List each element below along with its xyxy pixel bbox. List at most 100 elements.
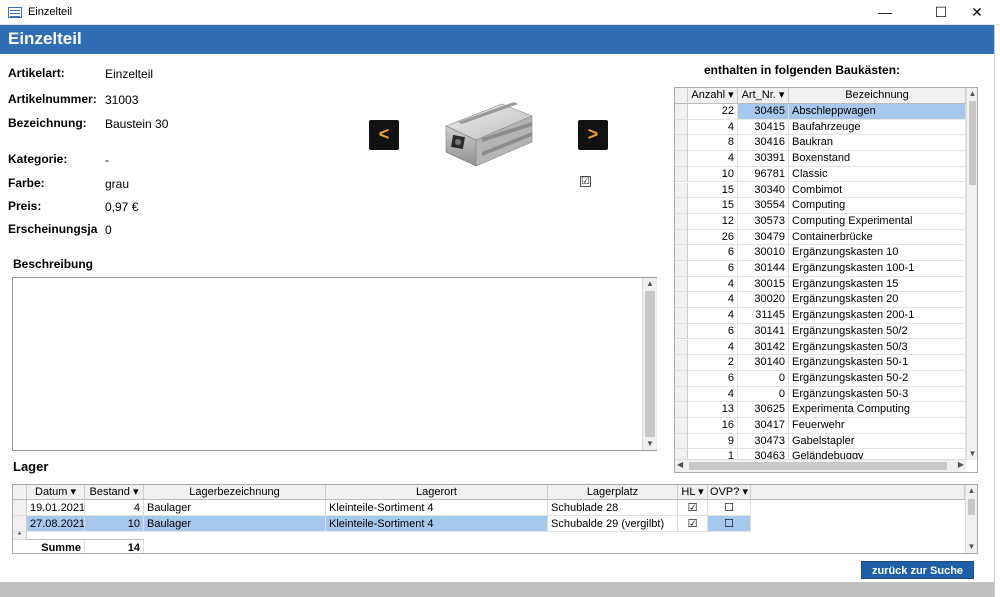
cell-art-nr[interactable]: 0 xyxy=(738,370,789,387)
row-selector[interactable] xyxy=(675,104,688,120)
cell-bezeichnung[interactable]: Ergänzungskasten 10 xyxy=(789,245,966,261)
farbe-value[interactable]: grau xyxy=(105,177,129,191)
column-hl[interactable]: HL ▾ xyxy=(678,485,708,500)
cell-bezeichnung[interactable]: Experimenta Computing xyxy=(789,402,966,418)
baukasten-row[interactable]: 6 30141 Ergänzungskasten 50/2 xyxy=(675,323,966,340)
baukasten-row[interactable]: 4 30142 Ergänzungskasten 50/3 xyxy=(675,339,966,356)
row-selector[interactable] xyxy=(675,370,688,387)
cell-anzahl[interactable]: 4 xyxy=(688,386,738,403)
cell-bezeichnung[interactable]: Combimot xyxy=(789,182,966,199)
cell-anzahl[interactable]: 6 xyxy=(688,245,738,261)
baukasten-row[interactable]: 15 30554 Computing xyxy=(675,198,966,214)
cell-bezeichnung[interactable]: Gabelstapler xyxy=(789,433,966,450)
cell-art-nr[interactable]: 30479 xyxy=(738,229,789,246)
cell-lagerplatz[interactable]: Schublade 28 xyxy=(548,500,678,516)
kategorie-value[interactable]: - xyxy=(105,153,109,167)
row-selector[interactable] xyxy=(675,245,688,261)
column-bezeichnung[interactable]: Bezeichnung xyxy=(789,88,966,104)
row-selector[interactable] xyxy=(675,292,688,309)
back-to-search-button[interactable]: zurück zur Suche xyxy=(861,561,974,579)
cell-lagerbezeichnung[interactable]: Baulager xyxy=(144,500,326,516)
cell-anzahl[interactable]: 9 xyxy=(688,433,738,450)
next-image-button[interactable]: > xyxy=(578,120,608,150)
select-all-cell[interactable] xyxy=(675,88,688,104)
cell-art-nr[interactable]: 30416 xyxy=(738,135,789,152)
cell-anzahl[interactable]: 10 xyxy=(688,166,738,183)
cell-datum[interactable]: 19.01.2021 xyxy=(27,500,85,516)
cell-anzahl[interactable]: 12 xyxy=(688,213,738,230)
image-checkbox[interactable]: ☑ xyxy=(580,176,591,187)
cell-anzahl[interactable]: 4 xyxy=(688,276,738,293)
preis-value[interactable]: 0,97 € xyxy=(105,200,138,214)
hscrollbar-thumb[interactable] xyxy=(689,462,947,470)
scroll-up-icon[interactable]: ▲ xyxy=(966,485,977,497)
cell-anzahl[interactable]: 6 xyxy=(688,261,738,277)
cell-anzahl[interactable]: 15 xyxy=(688,182,738,199)
cell-art-nr[interactable]: 30554 xyxy=(738,198,789,214)
baukasten-row[interactable]: 6 30144 Ergänzungskasten 100-1 xyxy=(675,261,966,277)
beschreibung-scrollbar[interactable]: ▲ ▼ xyxy=(642,278,657,450)
cell-bezeichnung[interactable]: Ergänzungskasten 200-1 xyxy=(789,308,966,324)
cell-anzahl[interactable]: 26 xyxy=(688,229,738,246)
scrollbar-thumb[interactable] xyxy=(968,499,975,515)
baukaesten-hscrollbar[interactable]: ◀ ▶ xyxy=(675,459,966,472)
row-selector[interactable] xyxy=(675,402,688,418)
column-datum[interactable]: Datum ▾ xyxy=(27,485,85,500)
row-selector[interactable] xyxy=(675,229,688,246)
scroll-down-icon[interactable]: ▼ xyxy=(643,438,657,450)
cell-anzahl[interactable]: 4 xyxy=(688,308,738,324)
baukasten-row[interactable]: 4 0 Ergänzungskasten 50-3 xyxy=(675,386,966,403)
row-selector[interactable] xyxy=(675,166,688,183)
erscheinungsjahr-value[interactable]: 0 xyxy=(105,223,112,237)
scroll-right-icon[interactable]: ▶ xyxy=(958,460,964,469)
baukasten-row[interactable]: 13 30625 Experimenta Computing xyxy=(675,402,966,418)
baukasten-row[interactable]: 15 30340 Combimot xyxy=(675,182,966,199)
cell-art-nr[interactable]: 30417 xyxy=(738,418,789,434)
column-art-nr[interactable]: Art_Nr. ▾ xyxy=(738,88,789,104)
minimize-button[interactable]: — xyxy=(862,0,908,25)
beschreibung-textarea[interactable]: ▲ ▼ xyxy=(12,277,657,451)
row-selector[interactable] xyxy=(675,261,688,277)
column-bestand[interactable]: Bestand ▾ xyxy=(85,485,144,500)
cell-bezeichnung[interactable]: Abschleppwagen xyxy=(789,104,966,120)
cell-art-nr[interactable]: 30391 xyxy=(738,151,789,167)
lager-grid[interactable]: Datum ▾ Bestand ▾ Lagerbezeichnung Lager… xyxy=(12,484,978,554)
previous-image-button[interactable]: < xyxy=(369,120,399,150)
cell-anzahl[interactable]: 15 xyxy=(688,198,738,214)
column-ovp[interactable]: OVP? ▾ xyxy=(708,485,751,500)
cell-art-nr[interactable]: 30473 xyxy=(738,433,789,450)
baukasten-row[interactable]: 4 31145 Ergänzungskasten 200-1 xyxy=(675,308,966,324)
column-lagerort[interactable]: Lagerort xyxy=(326,485,548,500)
cell-anzahl[interactable]: 4 xyxy=(688,119,738,136)
cell-art-nr[interactable]: 96781 xyxy=(738,166,789,183)
cell-art-nr[interactable]: 30141 xyxy=(738,323,789,340)
cell-bezeichnung[interactable]: Ergänzungskasten 20 xyxy=(789,292,966,309)
cell-bezeichnung[interactable]: Ergänzungskasten 50/3 xyxy=(789,339,966,356)
baukasten-row[interactable]: 4 30391 Boxenstand xyxy=(675,151,966,167)
cell-bezeichnung[interactable]: Containerbrücke xyxy=(789,229,966,246)
cell-anzahl[interactable]: 4 xyxy=(688,292,738,309)
row-selector[interactable] xyxy=(13,516,27,532)
row-selector[interactable] xyxy=(675,198,688,214)
bezeichnung-value[interactable]: Baustein 30 xyxy=(105,117,168,131)
row-selector[interactable] xyxy=(675,119,688,136)
cell-art-nr[interactable]: 0 xyxy=(738,386,789,403)
cell-anzahl[interactable]: 22 xyxy=(688,104,738,120)
cell-art-nr[interactable]: 30020 xyxy=(738,292,789,309)
cell-anzahl[interactable]: 6 xyxy=(688,370,738,387)
scrollbar-thumb[interactable] xyxy=(969,101,976,185)
lager-scrollbar[interactable]: ▲ ▼ xyxy=(965,485,977,553)
cell-art-nr[interactable]: 31145 xyxy=(738,308,789,324)
ovp-checkbox[interactable]: ☐ xyxy=(708,516,751,532)
row-selector[interactable] xyxy=(675,308,688,324)
scroll-left-icon[interactable]: ◀ xyxy=(677,460,683,469)
cell-art-nr[interactable]: 30010 xyxy=(738,245,789,261)
ovp-checkbox[interactable]: ☐ xyxy=(708,500,751,516)
scroll-up-icon[interactable]: ▲ xyxy=(967,88,977,100)
scrollbar-thumb[interactable] xyxy=(645,291,655,437)
cell-bestand[interactable]: 4 xyxy=(85,500,144,516)
cell-datum[interactable]: 27.08.2021 xyxy=(27,516,85,532)
row-selector[interactable] xyxy=(675,151,688,167)
cell-bezeichnung[interactable]: Ergänzungskasten 100-1 xyxy=(789,261,966,277)
baukasten-row[interactable]: 4 30020 Ergänzungskasten 20 xyxy=(675,292,966,309)
